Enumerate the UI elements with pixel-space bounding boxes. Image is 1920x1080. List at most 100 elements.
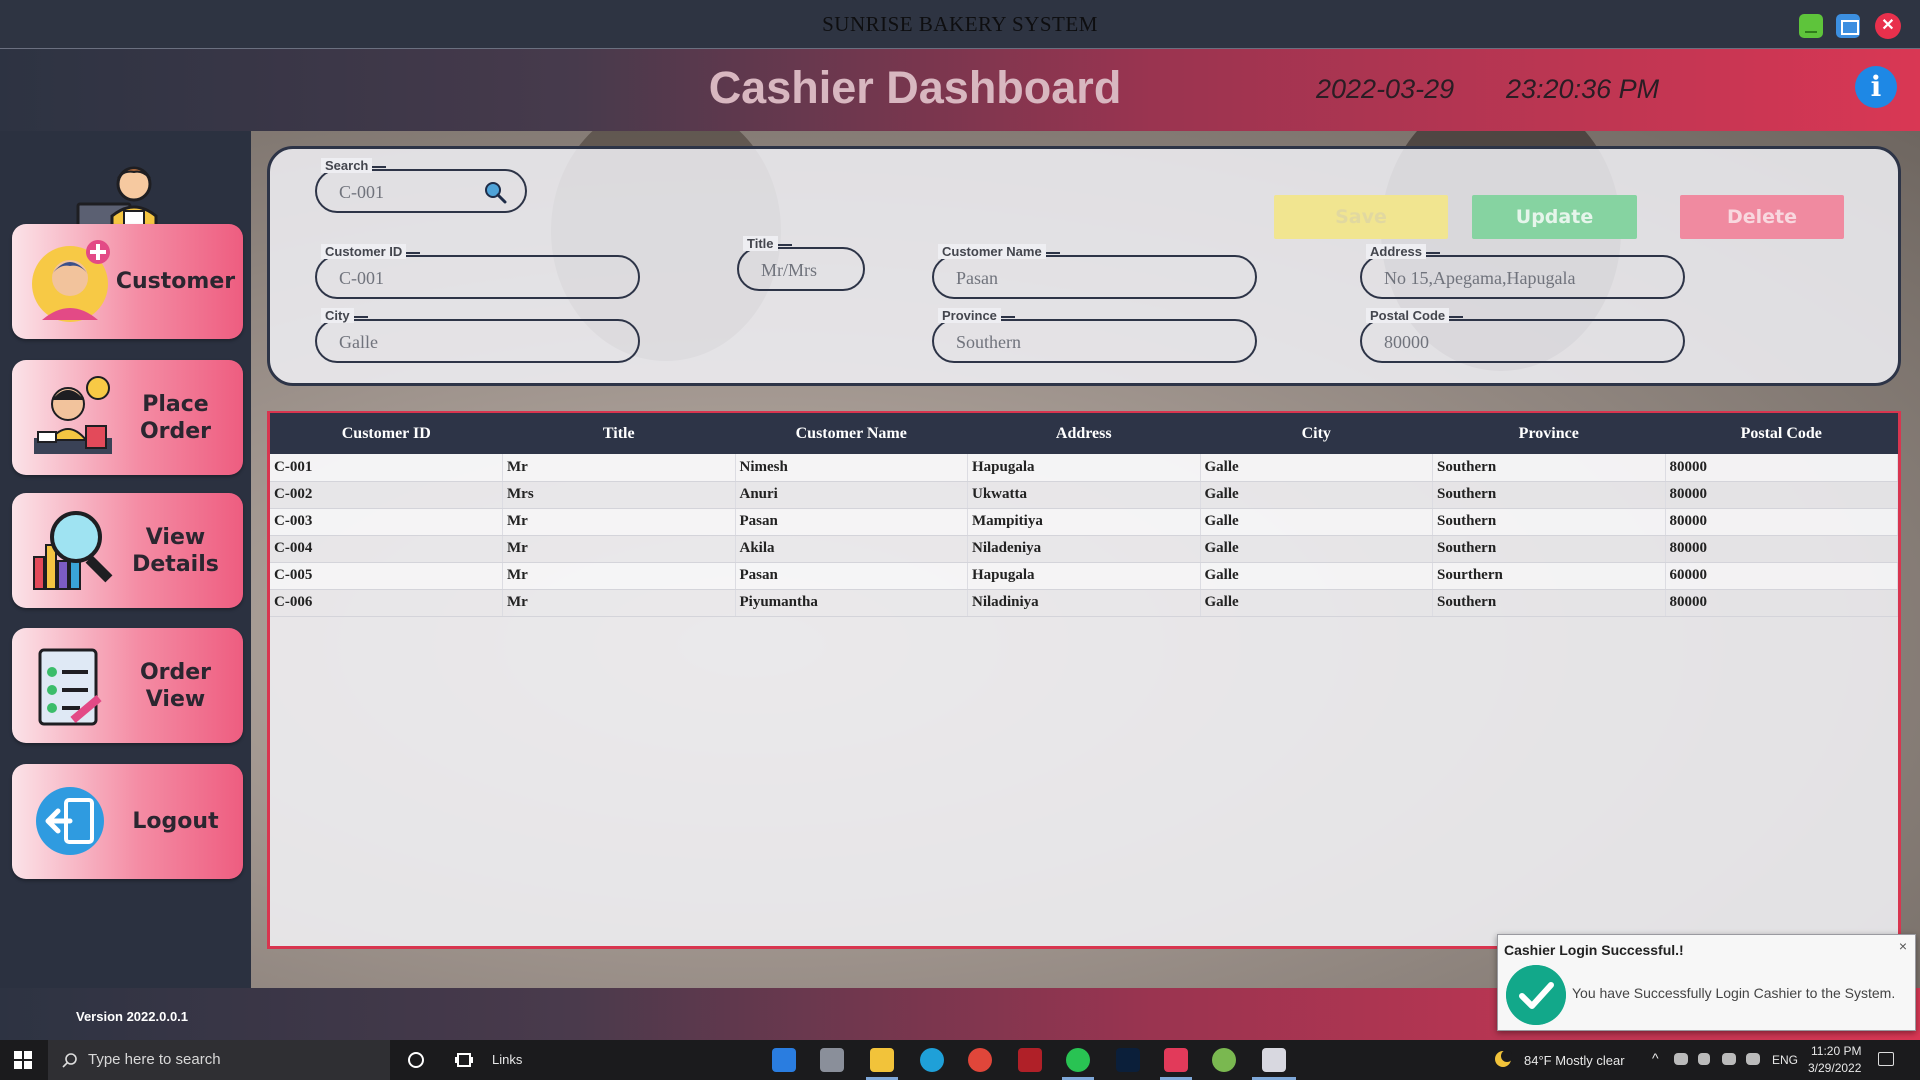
table-cell: Mr <box>502 454 736 482</box>
customer-id-input[interactable]: C-001 <box>339 268 384 289</box>
explorer-cabinet-icon[interactable] <box>820 1048 844 1072</box>
province-input[interactable]: Southern <box>956 332 1021 353</box>
search-icon[interactable] <box>483 180 507 204</box>
table-cell: C-005 <box>270 562 503 590</box>
column-header[interactable]: Customer ID <box>270 413 503 454</box>
table-row[interactable]: C-002 Mrs Anuri Ukwatta Galle Southern 8… <box>270 481 1898 509</box>
place-order-icon <box>34 376 112 454</box>
customer-name-field[interactable]: Customer Name Pasan <box>932 244 1257 299</box>
postal-code-field[interactable]: Postal Code 80000 <box>1360 308 1685 363</box>
intellij-icon[interactable] <box>1164 1048 1188 1072</box>
photoshop-icon[interactable] <box>1116 1048 1140 1072</box>
tray-chevron-icon[interactable]: ^ <box>1652 1050 1659 1066</box>
whatsapp-icon[interactable] <box>1066 1048 1090 1072</box>
table-row[interactable]: C-003 Mr Pasan Mampitiya Galle Southern … <box>270 508 1898 536</box>
table-row[interactable]: C-006 Mr Piyumantha Niladiniya Galle Sou… <box>270 589 1898 617</box>
toast-message: You have Successfully Login Cashier to t… <box>1572 985 1896 1001</box>
table-cell: C-003 <box>270 508 503 536</box>
java-app-icon[interactable] <box>1262 1048 1286 1072</box>
checkmark-icon <box>1506 965 1566 1025</box>
info-icon[interactable]: i <box>1855 66 1897 108</box>
city-input[interactable]: Galle <box>339 332 378 353</box>
close-icon[interactable]: ✕ <box>1875 13 1901 39</box>
sidebar-item-order-view[interactable]: Order View <box>12 628 243 743</box>
main-content: Search C-001 Save Update Delete Customer… <box>251 131 1920 988</box>
table-cell: C-006 <box>270 589 503 617</box>
table-cell: C-002 <box>270 481 503 509</box>
minimize-icon[interactable] <box>1799 14 1823 38</box>
toast-close-icon[interactable]: × <box>1899 938 1907 954</box>
column-header[interactable]: Province <box>1432 413 1665 454</box>
clock-time[interactable]: 11:20 PM <box>1811 1044 1861 1058</box>
header-date: 2022-03-29 <box>1316 74 1455 104</box>
table-cell: Hapugala <box>967 454 1201 482</box>
wifi-icon[interactable] <box>1722 1053 1736 1065</box>
sidebar: Customer Place Order View Details Order … <box>0 131 251 988</box>
taskbar-search[interactable]: Type here to search <box>48 1040 390 1080</box>
sidebar-item-customer[interactable]: Customer <box>12 224 243 339</box>
column-header[interactable]: Customer Name <box>735 413 968 454</box>
table-cell: 80000 <box>1665 535 1898 563</box>
table-cell: 80000 <box>1665 508 1898 536</box>
column-header[interactable]: Postal Code <box>1665 413 1898 454</box>
chrome-icon[interactable] <box>968 1048 992 1072</box>
column-header[interactable]: City <box>1200 413 1433 454</box>
weather-text[interactable]: 84°F Mostly clear <box>1524 1053 1625 1068</box>
table-row[interactable]: C-005 Mr Pasan Hapugala Galle Sourthern … <box>270 562 1898 590</box>
page-title: Cashier Dashboard <box>708 62 1122 113</box>
title-label: Title <box>743 236 791 251</box>
table-cell: Niladeniya <box>967 535 1201 563</box>
login-success-toast[interactable]: Cashier Login Successful.! × You have Su… <box>1497 934 1916 1031</box>
update-button[interactable]: Update <box>1472 195 1637 239</box>
order-view-icon <box>38 648 102 726</box>
edge-icon[interactable] <box>920 1048 944 1072</box>
sidebar-item-label: Customer <box>115 269 236 294</box>
title-select[interactable]: Mr/Mrs <box>761 260 817 281</box>
search-input[interactable]: C-001 <box>339 182 384 203</box>
notification-center-icon[interactable] <box>1878 1052 1894 1066</box>
mail-icon[interactable] <box>772 1048 796 1072</box>
language-indicator[interactable]: ENG <box>1772 1053 1798 1067</box>
postal-code-input[interactable]: 80000 <box>1384 332 1429 353</box>
file-explorer-icon[interactable] <box>870 1048 894 1072</box>
address-input[interactable]: No 15,Apegama,Hapugala <box>1384 268 1575 289</box>
table-row[interactable]: C-004 Mr Akila Niladeniya Galle Southern… <box>270 535 1898 563</box>
clock-date[interactable]: 3/29/2022 <box>1808 1061 1861 1075</box>
table-cell: Sourthern <box>1432 562 1666 590</box>
maximize-icon[interactable] <box>1836 14 1860 38</box>
table-cell: Southern <box>1432 454 1666 482</box>
address-field[interactable]: Address No 15,Apegama,Hapugala <box>1360 244 1685 299</box>
sidebar-item-view-details[interactable]: View Details <box>12 493 243 608</box>
table-cell: Galle <box>1200 535 1433 563</box>
title-field[interactable]: Title Mr/Mrs <box>737 236 865 291</box>
search-field[interactable]: Search C-001 <box>315 158 527 213</box>
table-cell: Akila <box>735 535 968 563</box>
save-button[interactable]: Save <box>1274 195 1448 239</box>
table-row[interactable]: C-001 Mr Nimesh Hapugala Galle Southern … <box>270 454 1898 482</box>
postal-code-label: Postal Code <box>1366 308 1464 323</box>
table-cell: Mr <box>502 508 736 536</box>
customer-name-label: Customer Name <box>938 244 1060 259</box>
volume-icon[interactable] <box>1746 1053 1760 1065</box>
province-field[interactable]: Province Southern <box>932 308 1257 363</box>
cortana-icon[interactable] <box>404 1048 428 1072</box>
customer-id-field[interactable]: Customer ID C-001 <box>315 244 640 299</box>
sidebar-item-place-order[interactable]: Place Order <box>12 360 243 475</box>
weather-moon-icon[interactable] <box>1494 1050 1512 1068</box>
links-toolbar[interactable]: Links <box>492 1052 522 1067</box>
dashboard-header: Cashier Dashboard 2022-03-29 23:20:36 PM… <box>0 49 1920 131</box>
sidebar-item-logout[interactable]: Logout <box>12 764 243 879</box>
battery-icon[interactable] <box>1674 1053 1688 1065</box>
column-header[interactable]: Address <box>967 413 1200 454</box>
column-header[interactable]: Title <box>502 413 735 454</box>
task-view-icon[interactable] <box>452 1048 476 1072</box>
delete-button[interactable]: Delete <box>1680 195 1844 239</box>
customer-name-input[interactable]: Pasan <box>956 268 998 289</box>
table-cell: Southern <box>1432 535 1666 563</box>
camera-icon[interactable] <box>1698 1053 1710 1065</box>
windows-start-icon[interactable] <box>14 1051 32 1069</box>
table-cell: Mrs <box>502 481 736 509</box>
city-field[interactable]: City Galle <box>315 308 640 363</box>
media-icon[interactable] <box>1018 1048 1042 1072</box>
app-icon[interactable] <box>1212 1048 1236 1072</box>
